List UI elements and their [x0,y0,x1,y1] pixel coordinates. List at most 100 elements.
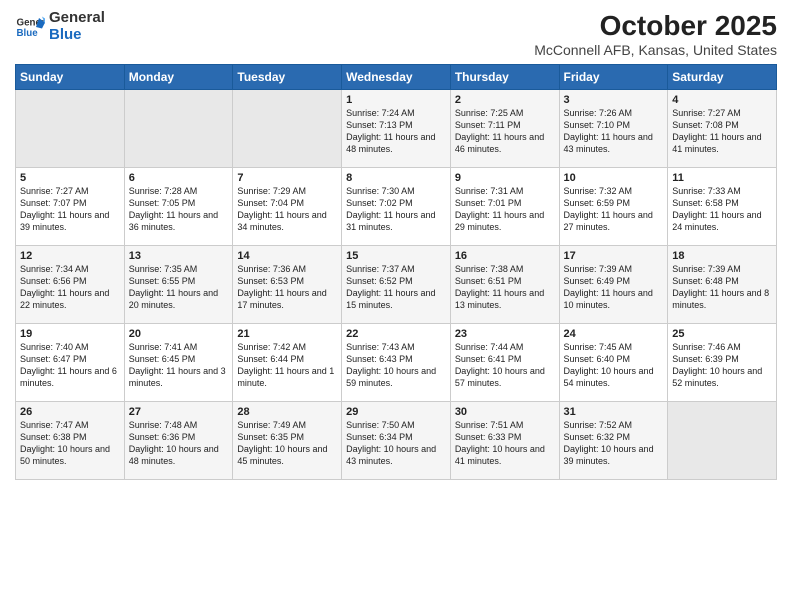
day-info: Sunrise: 7:39 AM Sunset: 6:48 PM Dayligh… [672,263,772,312]
weekday-header-tuesday: Tuesday [233,65,342,90]
day-number: 7 [237,172,337,184]
day-info: Sunrise: 7:25 AM Sunset: 7:11 PM Dayligh… [455,107,555,156]
day-info: Sunrise: 7:33 AM Sunset: 6:58 PM Dayligh… [672,185,772,234]
calendar-cell: 26Sunrise: 7:47 AM Sunset: 6:38 PM Dayli… [16,402,125,480]
day-info: Sunrise: 7:36 AM Sunset: 6:53 PM Dayligh… [237,263,337,312]
day-info: Sunrise: 7:34 AM Sunset: 6:56 PM Dayligh… [20,263,120,312]
calendar-cell: 14Sunrise: 7:36 AM Sunset: 6:53 PM Dayli… [233,246,342,324]
day-info: Sunrise: 7:42 AM Sunset: 6:44 PM Dayligh… [237,341,337,390]
calendar-cell [124,90,233,168]
svg-text:Blue: Blue [17,28,39,39]
calendar-cell: 4Sunrise: 7:27 AM Sunset: 7:08 PM Daylig… [668,90,777,168]
weekday-header-sunday: Sunday [16,65,125,90]
day-number: 4 [672,94,772,106]
calendar-cell: 27Sunrise: 7:48 AM Sunset: 6:36 PM Dayli… [124,402,233,480]
month-title: October 2025 [534,10,777,42]
calendar-cell: 29Sunrise: 7:50 AM Sunset: 6:34 PM Dayli… [342,402,451,480]
day-info: Sunrise: 7:28 AM Sunset: 7:05 PM Dayligh… [129,185,229,234]
calendar-table: SundayMondayTuesdayWednesdayThursdayFrid… [15,64,777,480]
day-info: Sunrise: 7:43 AM Sunset: 6:43 PM Dayligh… [346,341,446,390]
day-info: Sunrise: 7:51 AM Sunset: 6:33 PM Dayligh… [455,419,555,468]
week-row-3: 12Sunrise: 7:34 AM Sunset: 6:56 PM Dayli… [16,246,777,324]
day-info: Sunrise: 7:26 AM Sunset: 7:10 PM Dayligh… [564,107,664,156]
day-number: 27 [129,406,229,418]
calendar-cell: 23Sunrise: 7:44 AM Sunset: 6:41 PM Dayli… [450,324,559,402]
day-info: Sunrise: 7:24 AM Sunset: 7:13 PM Dayligh… [346,107,446,156]
calendar-cell: 15Sunrise: 7:37 AM Sunset: 6:52 PM Dayli… [342,246,451,324]
calendar-cell: 11Sunrise: 7:33 AM Sunset: 6:58 PM Dayli… [668,168,777,246]
calendar-cell: 25Sunrise: 7:46 AM Sunset: 6:39 PM Dayli… [668,324,777,402]
week-row-5: 26Sunrise: 7:47 AM Sunset: 6:38 PM Dayli… [16,402,777,480]
day-number: 13 [129,250,229,262]
day-info: Sunrise: 7:39 AM Sunset: 6:49 PM Dayligh… [564,263,664,312]
calendar-cell: 3Sunrise: 7:26 AM Sunset: 7:10 PM Daylig… [559,90,668,168]
calendar-cell: 22Sunrise: 7:43 AM Sunset: 6:43 PM Dayli… [342,324,451,402]
calendar-cell: 6Sunrise: 7:28 AM Sunset: 7:05 PM Daylig… [124,168,233,246]
day-number: 16 [455,250,555,262]
day-info: Sunrise: 7:46 AM Sunset: 6:39 PM Dayligh… [672,341,772,390]
day-number: 3 [564,94,664,106]
calendar-cell: 28Sunrise: 7:49 AM Sunset: 6:35 PM Dayli… [233,402,342,480]
day-info: Sunrise: 7:49 AM Sunset: 6:35 PM Dayligh… [237,419,337,468]
logo-blue: Blue [49,27,105,44]
logo-icon: General Blue [15,12,45,42]
day-number: 29 [346,406,446,418]
calendar-cell: 9Sunrise: 7:31 AM Sunset: 7:01 PM Daylig… [450,168,559,246]
header: General Blue General Blue October 2025 M… [15,10,777,58]
day-number: 12 [20,250,120,262]
weekday-header-friday: Friday [559,65,668,90]
weekday-header-wednesday: Wednesday [342,65,451,90]
day-info: Sunrise: 7:50 AM Sunset: 6:34 PM Dayligh… [346,419,446,468]
calendar-cell [233,90,342,168]
calendar-cell: 12Sunrise: 7:34 AM Sunset: 6:56 PM Dayli… [16,246,125,324]
day-info: Sunrise: 7:45 AM Sunset: 6:40 PM Dayligh… [564,341,664,390]
calendar-cell: 19Sunrise: 7:40 AM Sunset: 6:47 PM Dayli… [16,324,125,402]
calendar-cell [16,90,125,168]
week-row-2: 5Sunrise: 7:27 AM Sunset: 7:07 PM Daylig… [16,168,777,246]
day-info: Sunrise: 7:31 AM Sunset: 7:01 PM Dayligh… [455,185,555,234]
day-number: 1 [346,94,446,106]
calendar-cell: 8Sunrise: 7:30 AM Sunset: 7:02 PM Daylig… [342,168,451,246]
calendar-cell: 18Sunrise: 7:39 AM Sunset: 6:48 PM Dayli… [668,246,777,324]
calendar-cell: 20Sunrise: 7:41 AM Sunset: 6:45 PM Dayli… [124,324,233,402]
week-row-1: 1Sunrise: 7:24 AM Sunset: 7:13 PM Daylig… [16,90,777,168]
day-number: 21 [237,328,337,340]
logo: General Blue General Blue [15,10,105,43]
day-number: 30 [455,406,555,418]
day-info: Sunrise: 7:29 AM Sunset: 7:04 PM Dayligh… [237,185,337,234]
weekday-header-saturday: Saturday [668,65,777,90]
day-number: 22 [346,328,446,340]
day-info: Sunrise: 7:32 AM Sunset: 6:59 PM Dayligh… [564,185,664,234]
day-number: 17 [564,250,664,262]
day-number: 6 [129,172,229,184]
calendar-cell: 13Sunrise: 7:35 AM Sunset: 6:55 PM Dayli… [124,246,233,324]
calendar-cell: 30Sunrise: 7:51 AM Sunset: 6:33 PM Dayli… [450,402,559,480]
calendar-cell: 7Sunrise: 7:29 AM Sunset: 7:04 PM Daylig… [233,168,342,246]
day-number: 10 [564,172,664,184]
day-info: Sunrise: 7:27 AM Sunset: 7:07 PM Dayligh… [20,185,120,234]
day-number: 25 [672,328,772,340]
day-info: Sunrise: 7:38 AM Sunset: 6:51 PM Dayligh… [455,263,555,312]
day-number: 8 [346,172,446,184]
weekday-header-row: SundayMondayTuesdayWednesdayThursdayFrid… [16,65,777,90]
day-info: Sunrise: 7:37 AM Sunset: 6:52 PM Dayligh… [346,263,446,312]
day-number: 19 [20,328,120,340]
day-info: Sunrise: 7:41 AM Sunset: 6:45 PM Dayligh… [129,341,229,390]
calendar-cell: 1Sunrise: 7:24 AM Sunset: 7:13 PM Daylig… [342,90,451,168]
calendar-cell: 31Sunrise: 7:52 AM Sunset: 6:32 PM Dayli… [559,402,668,480]
day-number: 15 [346,250,446,262]
calendar-cell [668,402,777,480]
calendar-cell: 2Sunrise: 7:25 AM Sunset: 7:11 PM Daylig… [450,90,559,168]
day-number: 5 [20,172,120,184]
day-number: 31 [564,406,664,418]
calendar-cell: 21Sunrise: 7:42 AM Sunset: 6:44 PM Dayli… [233,324,342,402]
day-info: Sunrise: 7:30 AM Sunset: 7:02 PM Dayligh… [346,185,446,234]
day-info: Sunrise: 7:40 AM Sunset: 6:47 PM Dayligh… [20,341,120,390]
day-number: 28 [237,406,337,418]
day-info: Sunrise: 7:48 AM Sunset: 6:36 PM Dayligh… [129,419,229,468]
day-info: Sunrise: 7:52 AM Sunset: 6:32 PM Dayligh… [564,419,664,468]
calendar-cell: 16Sunrise: 7:38 AM Sunset: 6:51 PM Dayli… [450,246,559,324]
day-info: Sunrise: 7:47 AM Sunset: 6:38 PM Dayligh… [20,419,120,468]
day-number: 20 [129,328,229,340]
day-number: 11 [672,172,772,184]
